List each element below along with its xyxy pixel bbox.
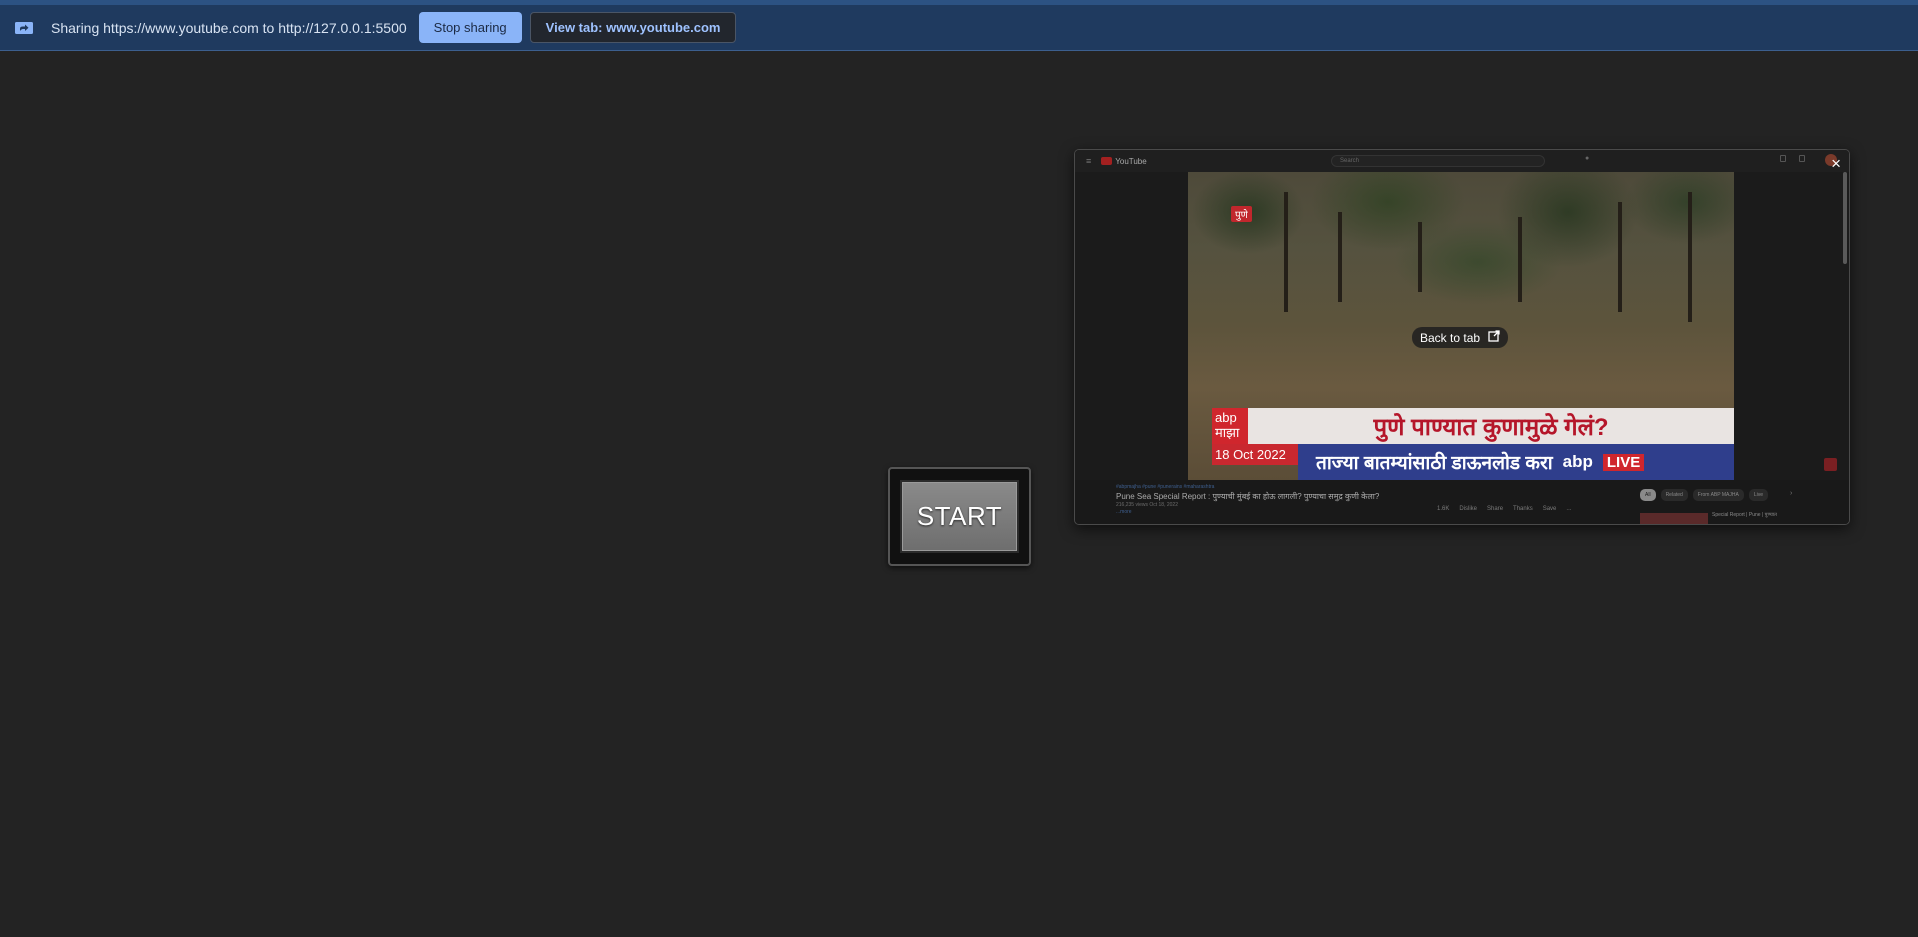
hashtag-line: #abpmajha #pune #punerains #maharashtra (1116, 484, 1215, 490)
chip-related: Related (1660, 489, 1688, 501)
brand-text: abp (1562, 452, 1593, 471)
youtube-header-icons (1780, 155, 1805, 162)
youtube-search-box: Search (1331, 155, 1545, 167)
abp-majha-logo: abp माझा (1212, 408, 1248, 444)
recommended-title: Special Report | Pune | पुण्यात (1712, 512, 1777, 518)
chevron-right-icon: › (1790, 490, 1793, 497)
open-in-new-icon (1488, 330, 1500, 345)
screen-share-icon (14, 19, 36, 37)
youtube-logo: YouTube (1101, 156, 1147, 166)
microphone-icon: ● (1585, 155, 1590, 162)
more-action: ... (1566, 506, 1572, 512)
scrollbar (1843, 172, 1847, 264)
save-action: Save (1542, 506, 1557, 512)
video-meta: 216,235 views Oct 18, 2022 (1116, 502, 1178, 508)
subline-text: ताज्या बातम्यांसाठी डाऊनलोड करा (1316, 453, 1553, 474)
view-tab-button[interactable]: View tab: www.youtube.com (529, 12, 737, 43)
logo-line-2: माझा (1215, 425, 1240, 440)
youtube-logo-icon (1101, 157, 1113, 165)
dislike-action: Dislike (1459, 506, 1478, 512)
recommended-thumbnail (1640, 513, 1708, 524)
video-frame: पुणे Back to tab abp माझा पुणे पाण्यात क… (1188, 172, 1734, 480)
chip-from-channel: From ABP MAJHA (1692, 489, 1744, 501)
video-actions: 1.6K Dislike Share Thanks Save ... (1437, 506, 1571, 512)
chip-live: Live (1748, 489, 1769, 501)
tree-trunk (1338, 212, 1342, 302)
tree-trunk (1518, 217, 1522, 302)
location-tag: पुणे (1231, 206, 1252, 222)
shared-tab-preview[interactable]: ≡ YouTube Search ● पुणे Back to tab abp … (1074, 149, 1850, 525)
tree-trunk (1688, 192, 1692, 322)
chip-all: All (1640, 489, 1656, 501)
news-date: 18 Oct 2022 (1212, 444, 1298, 465)
video-title: Pune Sea Special Report : पुण्याची मुंबई… (1116, 492, 1380, 501)
youtube-header: ≡ YouTube Search ● (1075, 150, 1849, 172)
news-subline: ताज्या बातम्यांसाठी डाऊनलोड करा abp LIVE (1298, 444, 1734, 480)
news-headline: पुणे पाण्यात कुणामुळे गेलं? (1248, 408, 1734, 444)
create-icon (1780, 155, 1786, 162)
notifications-icon (1799, 155, 1805, 162)
tree-trunk (1284, 192, 1288, 312)
video-trees (1188, 172, 1734, 322)
close-preview-button[interactable]: × (1831, 155, 1841, 172)
chat-icon (1824, 458, 1837, 471)
tree-trunk (1618, 202, 1622, 312)
start-button[interactable]: START (900, 480, 1019, 553)
thanks-action: Thanks (1513, 506, 1533, 512)
stop-sharing-button[interactable]: Stop sharing (418, 12, 522, 43)
recommendation-chips: All Related From ABP MAJHA Live (1640, 489, 1769, 501)
sharing-status-text: Sharing https://www.youtube.com to http:… (51, 19, 407, 36)
like-action: 1.6K (1437, 506, 1450, 512)
video-info: #abpmajha #pune #punerains #maharashtra … (1075, 480, 1849, 524)
live-badge: LIVE (1602, 453, 1645, 471)
back-to-tab-label: Back to tab (1420, 330, 1481, 345)
video-description: ...more (1116, 509, 1132, 515)
menu-icon: ≡ (1086, 156, 1092, 166)
back-to-tab-button[interactable]: Back to tab (1412, 327, 1509, 348)
youtube-logo-text: YouTube (1115, 156, 1147, 166)
share-action: Share (1487, 506, 1504, 512)
tree-trunk (1418, 222, 1422, 292)
screen-sharing-infobar: Sharing https://www.youtube.com to http:… (0, 0, 1918, 51)
news-ticker: abp माझा पुणे पाण्यात कुणामुळे गेलं? 18 … (1212, 408, 1734, 480)
logo-line-1: abp (1215, 410, 1237, 425)
start-button-frame: START (888, 467, 1031, 566)
